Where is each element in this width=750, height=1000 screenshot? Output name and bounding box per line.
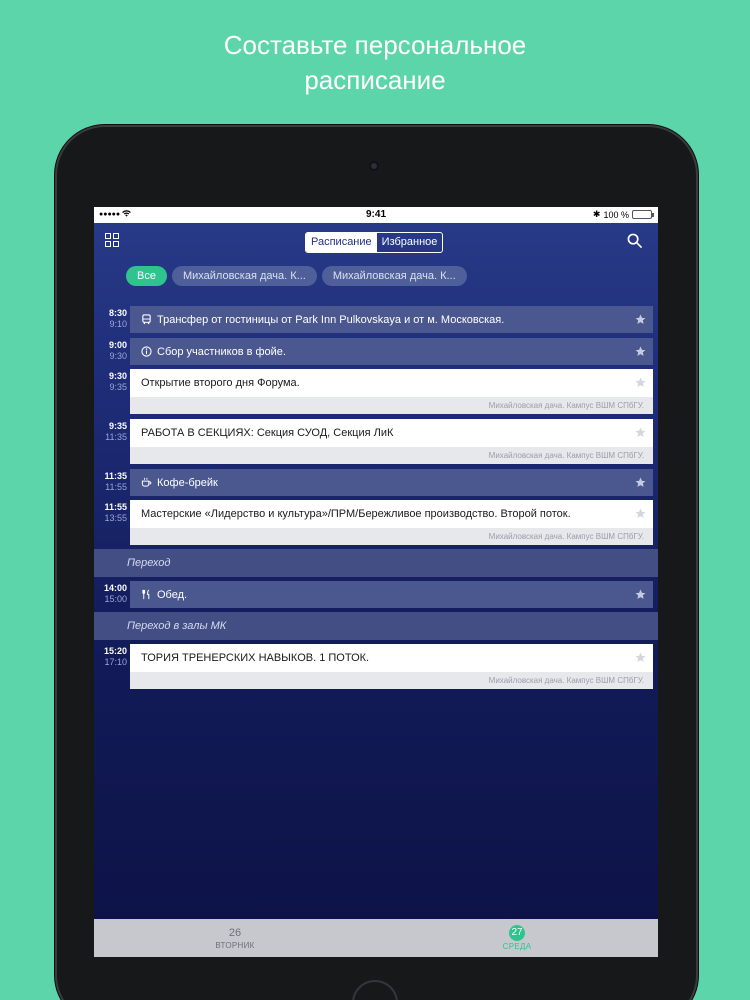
event-times: 8:30 9:10 [94, 308, 127, 330]
event-end-time: 11:35 [105, 432, 127, 442]
star-icon[interactable] [635, 377, 646, 388]
event-end-time: 15:00 [104, 594, 127, 604]
headline: Составьте персональное расписание [0, 28, 750, 98]
event-title: Открытие второго дня Форума. [141, 377, 300, 389]
event-title: Трансфер от гостиницы от Park Inn Pulkov… [157, 313, 505, 326]
transition-divider: Переход в залы МК [94, 612, 658, 640]
event-card[interactable]: Мастерские «Лидерство и культура»/ПРМ/Бе… [130, 500, 653, 545]
event-card[interactable]: РАБОТА В СЕКЦИЯХ: Секция СУОД, Секция Ли… [130, 419, 653, 464]
event-times: 9:35 11:35 [94, 421, 127, 443]
battery-icon [632, 210, 654, 219]
event-start-time: 15:20 [103, 646, 127, 656]
event-card[interactable]: Открытие второго дня Форума. Михайловска… [130, 369, 653, 414]
coffee-icon [141, 477, 152, 488]
event-times: 9:30 9:35 [94, 371, 127, 393]
event-title: Мастерские «Лидерство и культура»/ПРМ/Бе… [141, 508, 571, 520]
segment-favorites[interactable]: Избранное [377, 233, 443, 252]
event-times: 11:55 13:55 [94, 502, 127, 524]
event-start-time: 14:00 [103, 583, 127, 593]
headline-line-2: расписание [304, 65, 446, 95]
event-card[interactable]: Сбор участников в фойе. [130, 338, 653, 365]
headline-line-1: Составьте персональное [223, 30, 527, 60]
segment-schedule[interactable]: Расписание [306, 233, 377, 252]
bluetooth-icon: ✱ [592, 209, 601, 219]
star-icon[interactable] [635, 589, 646, 600]
app-screen: ●●●●● 9:41 ✱ 100 % Расписание Избранное … [94, 207, 658, 957]
event-end-time: 9:10 [109, 319, 127, 329]
event-card[interactable]: Трансфер от гостиницы от Park Inn Pulkov… [130, 306, 653, 333]
camera-icon [369, 161, 379, 171]
event-title: ТОРИЯ ТРЕНЕРСКИХ НАВЫКОВ. 1 ПОТОК. [141, 652, 370, 664]
event-title: Кофе-брейк [157, 476, 218, 489]
transition-divider: Переход [94, 549, 658, 577]
bus-icon [141, 314, 152, 325]
tab-day-number: 26 [228, 926, 242, 939]
tablet-device: ●●●●● 9:41 ✱ 100 % Расписание Избранное … [55, 125, 698, 1000]
grid-icon[interactable] [105, 233, 119, 247]
star-icon[interactable] [635, 346, 646, 357]
event-title: РАБОТА В СЕКЦИЯХ: Секция СУОД, Секция Ли… [141, 427, 394, 439]
event-times: 9:00 9:30 [94, 340, 127, 362]
search-icon[interactable] [627, 233, 642, 248]
event-start-time: 8:30 [108, 308, 127, 318]
event-start-time: 11:35 [104, 471, 127, 481]
cutlery-icon [141, 589, 152, 600]
event-start-time: 9:35 [108, 421, 127, 431]
event-start-time: 9:30 [108, 371, 127, 381]
event-title: Обед. [157, 588, 188, 601]
event-start-time: 11:55 [104, 502, 127, 512]
day-tab-bar: 26 ВТОРНИК 27 СРЕДА [94, 919, 658, 957]
filter-chip-location-2[interactable]: Михайловская дача. К... [321, 266, 467, 286]
event-end-time: 17:10 [104, 657, 127, 667]
tab-day-label: СРЕДА [502, 941, 532, 951]
event-end-time: 9:35 [109, 382, 127, 392]
home-button[interactable] [352, 980, 398, 1000]
status-bar: ●●●●● 9:41 ✱ 100 % [94, 207, 658, 223]
event-title: Сбор участников в фойе. [157, 345, 286, 358]
star-icon[interactable] [635, 508, 646, 519]
status-time: 9:41 [365, 209, 386, 220]
filter-chip-location-1[interactable]: Михайловская дача. К... [171, 266, 317, 286]
event-card[interactable]: ТОРИЯ ТРЕНЕРСКИХ НАВЫКОВ. 1 ПОТОК. Михай… [130, 644, 653, 689]
view-segmented-control: Расписание Избранное [305, 232, 444, 253]
battery-percent: 100 % [603, 209, 629, 220]
event-location: Михайловская дача. Кампус ВШМ СПбГУ. [130, 528, 653, 545]
info-icon [141, 346, 152, 357]
event-location: Михайловская дача. Кампус ВШМ СПбГУ. [130, 447, 653, 464]
star-icon[interactable] [635, 427, 646, 438]
filter-chips: Все Михайловская дача. К... Михайловская… [126, 266, 467, 286]
star-icon[interactable] [635, 652, 646, 663]
event-times: 11:35 11:55 [94, 471, 127, 493]
event-times: 14:00 15:00 [94, 583, 127, 605]
star-icon[interactable] [635, 314, 646, 325]
event-card[interactable]: Обед. [130, 581, 653, 608]
tab-wednesday[interactable]: 27 СРЕДА [376, 919, 658, 957]
event-location: Михайловская дача. Кампус ВШМ СПбГУ. [130, 397, 653, 414]
event-end-time: 11:55 [105, 482, 127, 492]
tab-tuesday[interactable]: 26 ВТОРНИК [94, 919, 376, 957]
event-times: 15:20 17:10 [94, 646, 127, 668]
event-card[interactable]: Кофе-брейк [130, 469, 653, 496]
tab-day-label: ВТОРНИК [215, 940, 255, 950]
tab-day-number: 27 [509, 924, 525, 941]
event-end-time: 13:55 [104, 513, 127, 523]
event-end-time: 9:30 [109, 351, 127, 361]
event-start-time: 9:00 [108, 340, 127, 350]
nav-bar: Расписание Избранное [94, 223, 658, 259]
star-icon[interactable] [635, 477, 646, 488]
event-location: Михайловская дача. Кампус ВШМ СПбГУ. [130, 672, 653, 689]
filter-chip-all[interactable]: Все [126, 266, 167, 286]
